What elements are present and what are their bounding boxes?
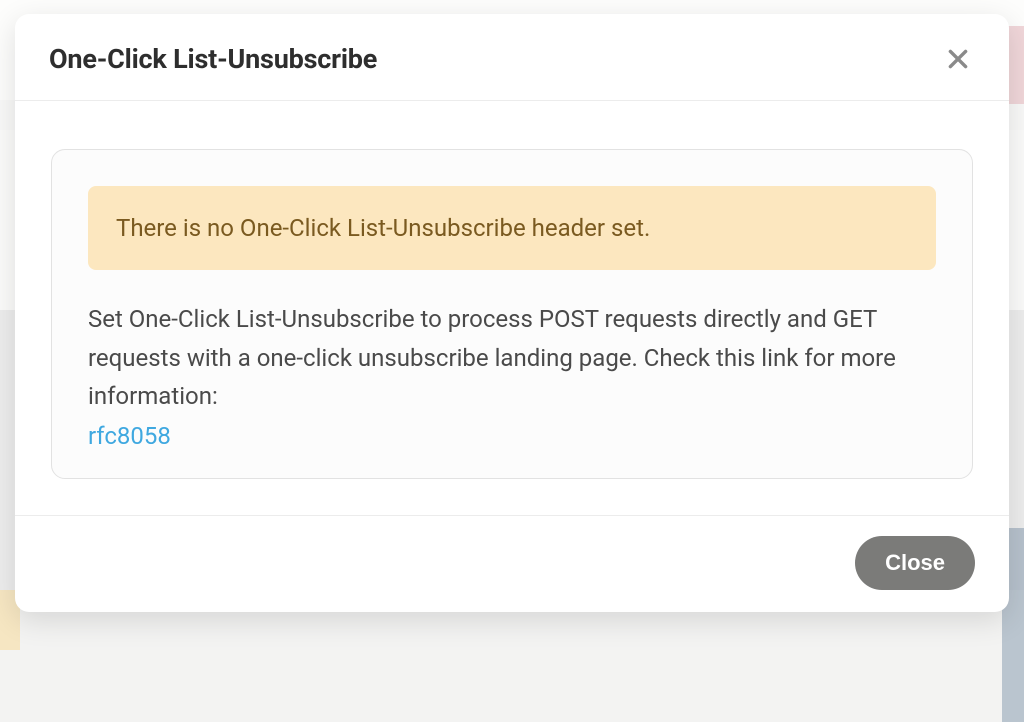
warning-alert-text: There is no One-Click List-Unsubscribe h… <box>116 212 908 244</box>
info-text: Set One-Click List-Unsubscribe to proces… <box>88 305 896 410</box>
warning-alert: There is no One-Click List-Unsubscribe h… <box>88 186 936 270</box>
close-icon[interactable] <box>941 42 975 76</box>
modal-header: One-Click List-Unsubscribe <box>15 14 1009 101</box>
info-block: Set One-Click List-Unsubscribe to proces… <box>88 300 936 449</box>
info-panel: There is no One-Click List-Unsubscribe h… <box>51 149 973 479</box>
rfc-link[interactable]: rfc8058 <box>88 422 171 450</box>
close-button[interactable]: Close <box>855 536 975 590</box>
modal-body: There is no One-Click List-Unsubscribe h… <box>15 101 1009 515</box>
modal-footer: Close <box>15 515 1009 612</box>
modal-title: One-Click List-Unsubscribe <box>49 43 377 75</box>
modal-overlay: One-Click List-Unsubscribe There is no O… <box>0 0 1024 722</box>
modal-dialog: One-Click List-Unsubscribe There is no O… <box>15 14 1009 612</box>
